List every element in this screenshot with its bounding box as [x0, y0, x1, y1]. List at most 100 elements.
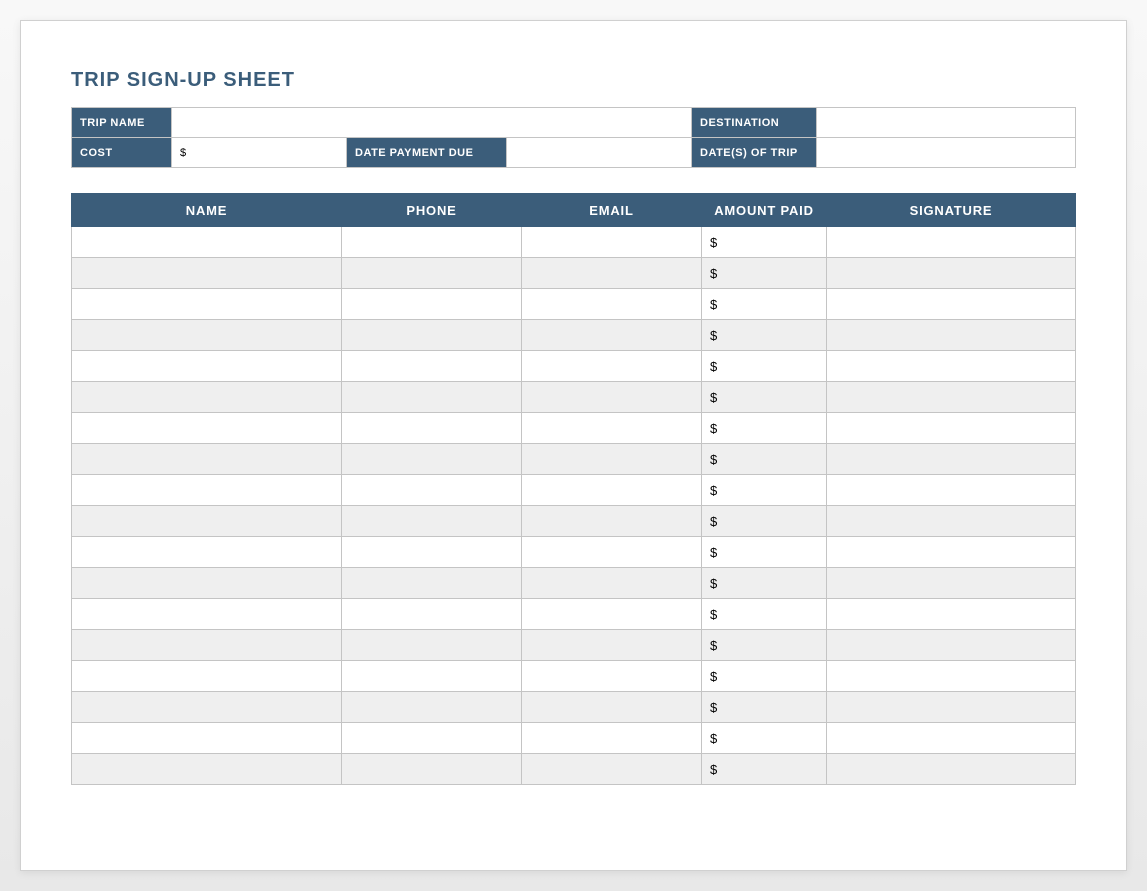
cell-email[interactable] — [522, 320, 702, 351]
cell-name[interactable] — [72, 723, 342, 754]
cell-name[interactable] — [72, 599, 342, 630]
cell-amount[interactable]: $ — [702, 692, 827, 723]
cell-name[interactable] — [72, 413, 342, 444]
cell-email[interactable] — [522, 475, 702, 506]
cell-phone[interactable] — [342, 568, 522, 599]
cell-signature[interactable] — [827, 475, 1076, 506]
cell-name[interactable] — [72, 475, 342, 506]
cell-phone[interactable] — [342, 382, 522, 413]
date-payment-due-value[interactable] — [507, 138, 692, 168]
trip-name-value[interactable] — [172, 108, 692, 138]
table-row: $ — [72, 568, 1076, 599]
cell-phone[interactable] — [342, 754, 522, 785]
cell-name[interactable] — [72, 506, 342, 537]
cell-amount[interactable]: $ — [702, 630, 827, 661]
cell-amount[interactable]: $ — [702, 568, 827, 599]
cell-email[interactable] — [522, 351, 702, 382]
cell-name[interactable] — [72, 537, 342, 568]
cell-signature[interactable] — [827, 630, 1076, 661]
cell-name[interactable] — [72, 444, 342, 475]
cell-name[interactable] — [72, 351, 342, 382]
cell-phone[interactable] — [342, 475, 522, 506]
cell-signature[interactable] — [827, 599, 1076, 630]
cell-amount[interactable]: $ — [702, 351, 827, 382]
cell-name[interactable] — [72, 630, 342, 661]
cell-name[interactable] — [72, 258, 342, 289]
cell-phone[interactable] — [342, 723, 522, 754]
cell-phone[interactable] — [342, 661, 522, 692]
cell-signature[interactable] — [827, 320, 1076, 351]
cell-email[interactable] — [522, 537, 702, 568]
cell-phone[interactable] — [342, 692, 522, 723]
cell-signature[interactable] — [827, 568, 1076, 599]
cell-name[interactable] — [72, 661, 342, 692]
cell-phone[interactable] — [342, 599, 522, 630]
cell-signature[interactable] — [827, 723, 1076, 754]
cell-amount[interactable]: $ — [702, 661, 827, 692]
cell-signature[interactable] — [827, 754, 1076, 785]
cell-name[interactable] — [72, 754, 342, 785]
cost-value[interactable]: $ — [172, 138, 347, 168]
cell-signature[interactable] — [827, 289, 1076, 320]
cell-signature[interactable] — [827, 661, 1076, 692]
cell-email[interactable] — [522, 754, 702, 785]
cell-name[interactable] — [72, 227, 342, 258]
cell-email[interactable] — [522, 227, 702, 258]
cell-phone[interactable] — [342, 289, 522, 320]
cell-signature[interactable] — [827, 258, 1076, 289]
destination-value[interactable] — [817, 108, 1076, 138]
cell-email[interactable] — [522, 568, 702, 599]
cell-name[interactable] — [72, 320, 342, 351]
destination-label: DESTINATION — [692, 108, 817, 138]
cell-signature[interactable] — [827, 227, 1076, 258]
cell-email[interactable] — [522, 413, 702, 444]
cell-phone[interactable] — [342, 351, 522, 382]
cell-amount[interactable]: $ — [702, 599, 827, 630]
cell-email[interactable] — [522, 382, 702, 413]
cell-phone[interactable] — [342, 320, 522, 351]
cell-email[interactable] — [522, 661, 702, 692]
cell-amount[interactable]: $ — [702, 258, 827, 289]
cell-email[interactable] — [522, 723, 702, 754]
cell-amount[interactable]: $ — [702, 227, 827, 258]
cell-phone[interactable] — [342, 444, 522, 475]
cell-email[interactable] — [522, 599, 702, 630]
cell-signature[interactable] — [827, 444, 1076, 475]
cell-name[interactable] — [72, 568, 342, 599]
cell-signature[interactable] — [827, 382, 1076, 413]
cell-signature[interactable] — [827, 537, 1076, 568]
cell-signature[interactable] — [827, 506, 1076, 537]
cell-signature[interactable] — [827, 413, 1076, 444]
cell-email[interactable] — [522, 692, 702, 723]
trip-name-label: TRIP NAME — [72, 108, 172, 138]
cell-amount[interactable]: $ — [702, 413, 827, 444]
table-row: $ — [72, 754, 1076, 785]
cell-amount[interactable]: $ — [702, 289, 827, 320]
cell-amount[interactable]: $ — [702, 475, 827, 506]
cell-amount[interactable]: $ — [702, 754, 827, 785]
cell-phone[interactable] — [342, 413, 522, 444]
cell-amount[interactable]: $ — [702, 320, 827, 351]
cell-signature[interactable] — [827, 351, 1076, 382]
cell-name[interactable] — [72, 382, 342, 413]
cell-amount[interactable]: $ — [702, 506, 827, 537]
cell-amount[interactable]: $ — [702, 382, 827, 413]
cell-email[interactable] — [522, 630, 702, 661]
cell-email[interactable] — [522, 258, 702, 289]
cell-phone[interactable] — [342, 506, 522, 537]
cell-phone[interactable] — [342, 258, 522, 289]
cell-email[interactable] — [522, 506, 702, 537]
cell-amount[interactable]: $ — [702, 444, 827, 475]
cell-phone[interactable] — [342, 537, 522, 568]
trip-info-table: TRIP NAME DESTINATION COST $ DATE PAYMEN… — [71, 107, 1076, 168]
cell-amount[interactable]: $ — [702, 723, 827, 754]
cell-name[interactable] — [72, 692, 342, 723]
cell-phone[interactable] — [342, 227, 522, 258]
cell-phone[interactable] — [342, 630, 522, 661]
dates-of-trip-value[interactable] — [817, 138, 1076, 168]
cell-amount[interactable]: $ — [702, 537, 827, 568]
cell-email[interactable] — [522, 289, 702, 320]
cell-signature[interactable] — [827, 692, 1076, 723]
cell-name[interactable] — [72, 289, 342, 320]
cell-email[interactable] — [522, 444, 702, 475]
